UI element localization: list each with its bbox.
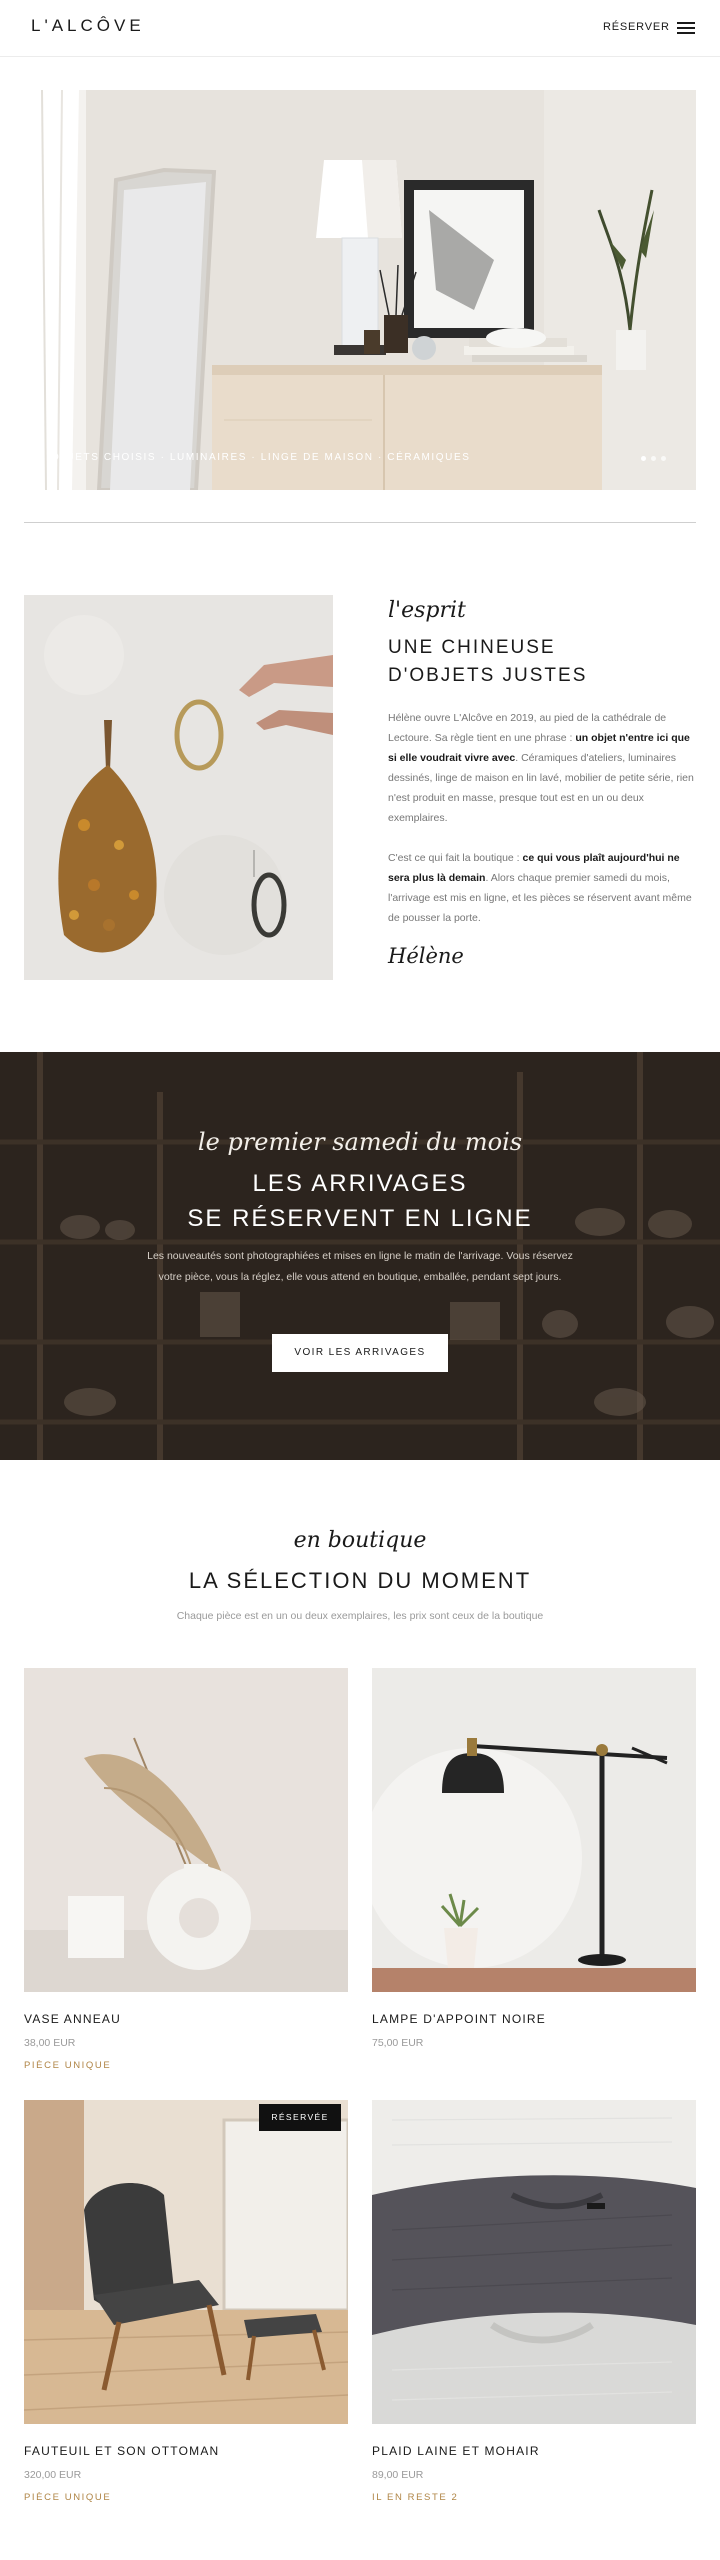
product-price: 320,00 EUR [24,2469,82,2481]
product-price: 89,00 EUR [372,2469,424,2481]
esprit-title: UNE CHINEUSE D'OBJETS JUSTES [388,634,587,690]
product-tag: PIÈCE UNIQUE [24,2060,112,2071]
site-logo[interactable]: L'ALCÔVE [31,16,145,36]
arrivages-kicker: le premier samedi du mois [197,1128,523,1156]
reserved-badge: RÉSERVÉE [259,2104,341,2131]
hamburger-menu-icon[interactable] [677,22,695,34]
esprit-signature: Hélène [388,944,464,968]
product-name[interactable]: PLAID LAINE ET MOHAIR [372,2444,540,2458]
product-price: 75,00 EUR [372,2037,424,2049]
product-image-plaid[interactable] [372,2100,696,2424]
hero-slider[interactable]: OBJETS CHOISIS · LUMINAIRES · LINGE DE M… [24,90,696,490]
product-name[interactable]: VASE ANNEAU [24,2012,121,2026]
product-image-armchair[interactable] [24,2100,348,2424]
esprit-kicker: l'esprit [388,598,466,623]
selection-kicker: en boutique [293,1528,427,1553]
product-price: 38,00 EUR [24,2037,76,2049]
product-image-vase[interactable] [24,1668,348,1992]
hero-caption: OBJETS CHOISIS · LUMINAIRES · LINGE DE M… [51,452,471,463]
esprit-paragraph-1: Hélène ouvre L'Alcôve en 2019, au pied d… [388,708,696,828]
esprit-para2-text: C'est ce qui fait la boutique : [388,852,523,864]
arrivages-title: LES ARRIVAGES SE RÉSERVENT EN LIGNE [0,1166,720,1236]
slider-dot-3[interactable] [661,456,666,461]
arrivages-text: Les nouveautés sont photographiées et mi… [147,1250,573,1283]
hero-photo-interior [24,90,696,490]
product-name[interactable]: FAUTEUIL ET SON OTTOMAN [24,2444,219,2458]
reserve-link[interactable]: RÉSERVER [603,21,670,33]
slider-dot-2[interactable] [651,456,656,461]
product-name[interactable]: LAMPE D'APPOINT NOIRE [372,2012,546,2026]
site-header: L'ALCÔVE RÉSERVER [0,0,720,57]
voir-arrivages-button[interactable]: VOIR LES ARRIVAGES [272,1334,448,1372]
selection-title: LA SÉLECTION DU MOMENT [188,1568,532,1593]
esprit-paragraph-2: C'est ce qui fait la boutique : ce qui v… [388,848,696,928]
esprit-photo-wreaths [24,595,333,980]
product-tag: IL EN RESTE 2 [372,2492,459,2503]
section-divider [24,522,696,523]
arrivages-title-line2: SE RÉSERVENT EN LIGNE [187,1205,533,1232]
slider-dot-1[interactable] [641,456,646,461]
selection-subtitle: Chaque pièce est en un ou deux exemplair… [176,1610,544,1622]
product-tag: PIÈCE UNIQUE [24,2492,112,2503]
arrivages-title-line1: LES ARRIVAGES [252,1170,468,1197]
esprit-title-line1: UNE CHINEUSE [388,637,556,658]
esprit-title-line2: D'OBJETS JUSTES [388,665,588,686]
product-image-lamp[interactable] [372,1668,696,1992]
